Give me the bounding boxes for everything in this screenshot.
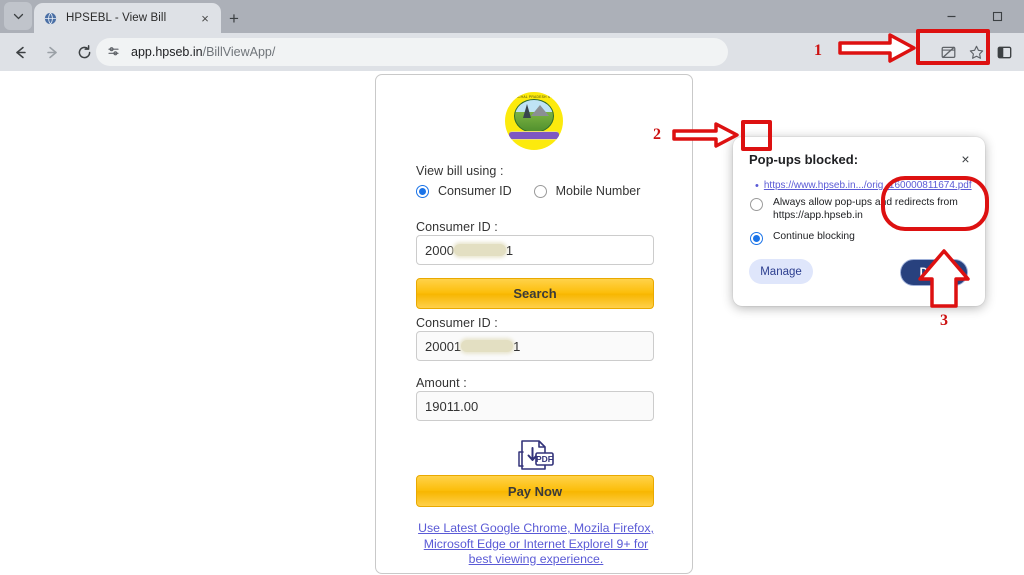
forward-button[interactable] [40,40,64,64]
browser-compatibility-note[interactable]: Use Latest Google Chrome, Mozila Firefox… [414,521,658,568]
radio-consumer-id[interactable] [416,184,429,198]
annotation-2-arrow [672,122,739,148]
redaction-block [453,244,506,256]
radio-mobile-number[interactable] [533,184,547,198]
popup-bubble-title: Pop-ups blocked: [749,152,859,167]
back-button[interactable] [8,40,32,64]
maximize-icon [992,11,1002,22]
pay-now-button[interactable]: Pay Now [416,475,654,507]
radio-consumer-id-label: Consumer ID [438,184,512,198]
consumer-id-value-2-prefix: 20001 [425,338,462,354]
bullet-icon: • [755,180,759,192]
consumer-id-label-1: Consumer ID : [416,220,498,234]
page-content: HIMACHAL PRADESH STATE View bill using :… [0,71,1024,575]
pdf-icon-label: PDF [536,454,553,464]
reload-icon [78,44,90,58]
annotation-3-highlight-box [881,176,989,231]
search-button[interactable]: Search [416,278,654,309]
site-settings-icon[interactable] [105,44,122,61]
url-host: app.hpseb.in [131,45,203,59]
reload-button[interactable] [72,40,96,64]
tab-close-icon[interactable]: × [197,10,213,26]
address-bar[interactable]: app.hpseb.in/BillViewApp/ [96,38,728,66]
url-path: /BillViewApp/ [202,45,276,59]
amount-value: 19011.00 [425,398,479,414]
side-panel-icon[interactable] [990,38,1018,66]
amount-label: Amount : [416,376,467,390]
continue-blocking-label: Continue blocking [773,231,855,242]
hpsebl-logo: HIMACHAL PRADESH STATE [505,92,563,150]
consumer-id-input-2[interactable]: 20001 1 [416,331,654,361]
consumer-id-value-1-prefix: 2000 [425,242,454,258]
close-icon[interactable]: × [957,150,974,167]
bill-view-card: HIMACHAL PRADESH STATE View bill using :… [375,74,693,574]
annotation-1-highlight-box [916,29,990,65]
consumer-id-value-1-suffix: 1 [505,242,514,258]
annotation-1-number: 1 [814,42,822,59]
browser-tab[interactable]: HPSEBL - View Bill × [34,3,221,33]
view-bill-using-label: View bill using : [416,164,504,178]
continue-blocking-radio[interactable] [750,232,763,245]
globe-icon [42,10,58,26]
radio-mobile-number-label: Mobile Number [555,184,641,198]
view-bill-radio-group: Consumer ID Mobile Number [416,184,662,198]
redaction-block [461,340,514,352]
manage-button[interactable]: Manage [749,259,813,284]
annotation-3-arrow [918,249,970,308]
back-arrow-icon [15,46,26,58]
annotation-3-number: 3 [940,312,948,329]
tab-strip: HPSEBL - View Bill × + [0,0,1024,33]
amount-input[interactable]: 19011.00 [416,391,654,421]
tab-search-button[interactable] [4,2,32,30]
address-bar-text: app.hpseb.in/BillViewApp/ [131,45,275,59]
browser-window: HPSEBL - View Bill × + app.hpseb.in/Bill… [0,0,1024,575]
consumer-id-label-2: Consumer ID : [416,316,498,330]
always-allow-radio[interactable] [750,198,763,211]
annotation-1-arrow [838,33,916,63]
forward-arrow-icon [46,46,57,58]
minimize-icon [947,15,955,18]
annotation-2-highlight-box [741,120,772,151]
consumer-id-value-2-suffix: 1 [513,338,521,354]
download-pdf-icon[interactable]: PDF [512,439,556,471]
annotation-2-number: 2 [653,126,661,143]
consumer-id-input-1[interactable]: 2000 1 [416,235,654,265]
chevron-down-icon [13,13,23,19]
new-tab-button[interactable]: + [224,8,244,28]
tab-title: HPSEBL - View Bill [66,12,167,24]
continue-blocking-option[interactable]: Continue blocking [750,231,980,245]
